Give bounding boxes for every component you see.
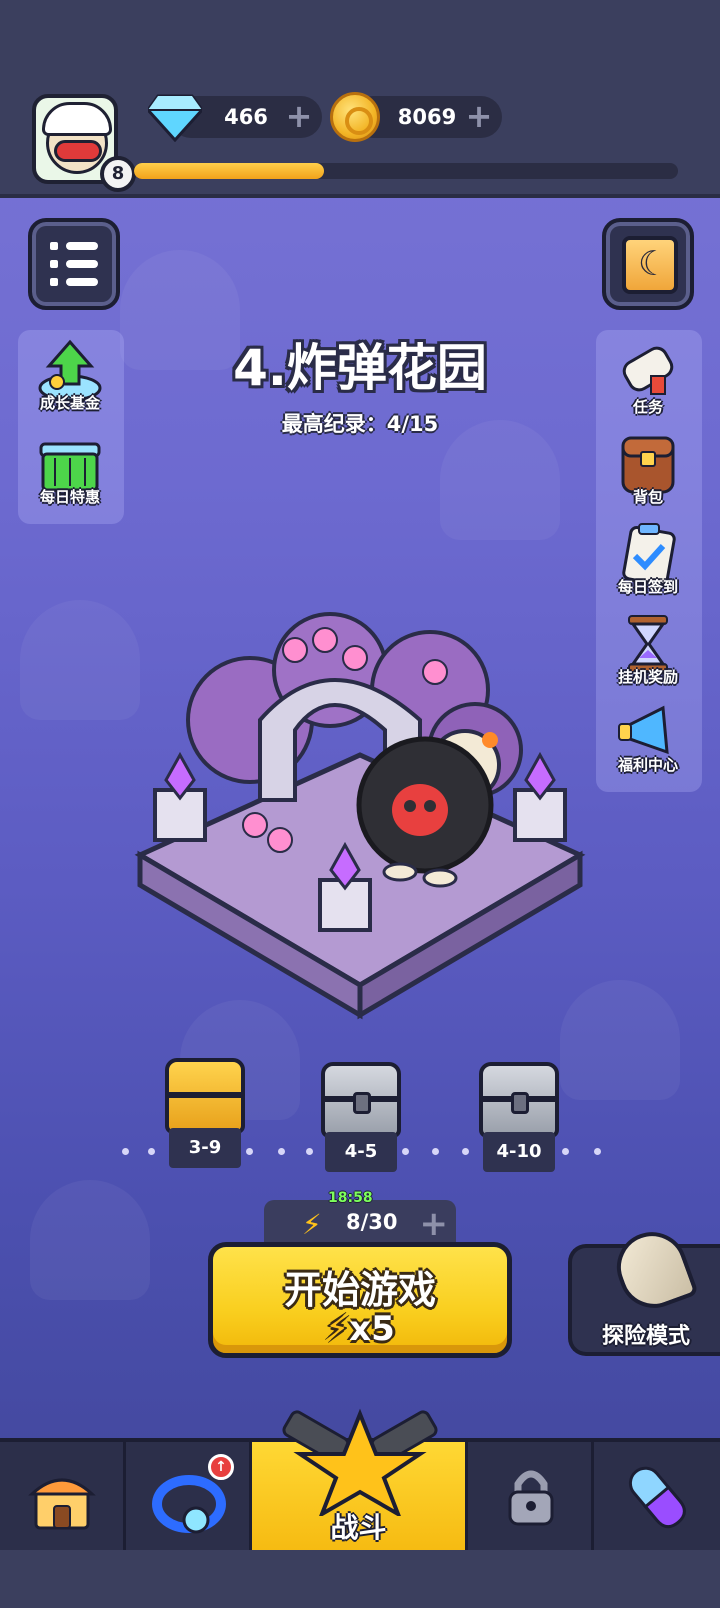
avatar-hat: [42, 102, 112, 136]
idle-reward-button[interactable]: 挂机奖励: [598, 612, 698, 687]
adventure-mode-button[interactable]: 探险模式: [568, 1222, 720, 1356]
player-level-badge: 8: [100, 156, 136, 192]
daily-deal-button[interactable]: 每日特惠: [20, 432, 120, 507]
path-dot: [462, 1148, 469, 1155]
welfare-center-label: 福利中心: [617, 756, 678, 774]
star-cannon-icon: [282, 1408, 438, 1516]
energy-refill-timer: 18:58: [328, 1190, 373, 1206]
moon-book-icon: [622, 236, 678, 294]
ghost-pattern-icon: [440, 420, 560, 540]
tab-battle[interactable]: 战斗: [252, 1408, 468, 1550]
daily-deal-label: 每日特惠: [39, 488, 100, 506]
adventure-mode-label: 探险模式: [601, 1324, 690, 1349]
path-dot: [594, 1148, 601, 1155]
path-dot: [306, 1148, 313, 1155]
tab-equipment[interactable]: ↑: [126, 1442, 252, 1550]
stage-title: 4.炸弹花园: [233, 339, 487, 397]
list-menu-icon: [50, 242, 98, 286]
top-status-bar: 8 466 + 8069 +: [0, 0, 720, 198]
ghost-pattern-icon: [30, 1180, 150, 1300]
locked-chest-icon: [321, 1062, 401, 1138]
backpack-label: 背包: [632, 488, 663, 506]
idle-reward-label: 挂机奖励: [617, 668, 678, 686]
bottom-navigation: ↑ 战斗: [0, 1408, 720, 1550]
lightning-icon: ⚡: [302, 1208, 322, 1241]
chest-stage-label: 4-10: [483, 1132, 555, 1172]
path-dot: [278, 1148, 285, 1155]
path-dot: [122, 1148, 129, 1155]
daily-checkin-button[interactable]: 每日签到: [598, 522, 698, 597]
xp-progress-bar: [134, 163, 678, 179]
energy-count: 8/30: [346, 1210, 398, 1234]
tab-shop[interactable]: [0, 1442, 126, 1550]
avatar-mask: [54, 140, 102, 162]
xp-progress-fill: [134, 163, 325, 179]
backpack-button[interactable]: 背包: [598, 432, 698, 507]
start-game-label: 开始游戏: [283, 1268, 436, 1312]
tab-capsule[interactable]: [594, 1442, 720, 1550]
tab-locked[interactable]: [468, 1442, 594, 1550]
padlock-icon: [511, 1092, 529, 1114]
padlock-icon: [508, 1470, 554, 1526]
horn-icon: [607, 1222, 699, 1318]
stage-diorama[interactable]: [130, 610, 590, 1020]
reward-chest-3-9[interactable]: 3-9: [160, 1058, 250, 1168]
start-game-cost-value: x5: [349, 1309, 395, 1349]
lightning-icon: ⚡: [325, 1309, 350, 1349]
add-gems-button[interactable]: +: [282, 100, 316, 134]
path-dot: [148, 1148, 155, 1155]
gold-coin-icon: [330, 92, 380, 142]
daily-checkin-label: 每日签到: [617, 578, 678, 596]
shop-icon: [28, 1478, 96, 1530]
padlock-icon: [353, 1092, 371, 1114]
ghost-pattern-icon: [20, 600, 140, 720]
gold-chest-icon: [165, 1058, 245, 1134]
locked-chest-icon: [479, 1062, 559, 1138]
add-coins-button[interactable]: +: [462, 100, 496, 134]
energy-counter: 18:58 ⚡ 8/30 +: [264, 1190, 456, 1248]
chest-stage-label: 4-5: [325, 1132, 397, 1172]
welfare-center-button[interactable]: 福利中心: [598, 700, 698, 775]
upgrade-alert-icon: ↑: [208, 1454, 234, 1480]
chest-stage-label: 3-9: [169, 1128, 241, 1168]
game-screen: 8 466 + 8069 + ☾ 成长基金 每日特惠 任务 背包 每日签到 挂机…: [0, 0, 720, 1608]
codex-button[interactable]: [602, 218, 694, 310]
tab-battle-label: 战斗: [330, 1511, 387, 1544]
diamond-icon: [148, 94, 202, 142]
reward-chest-4-5[interactable]: 4-5: [316, 1062, 406, 1172]
best-record: 最高纪录：4/15: [281, 412, 439, 436]
system-nav-bar: [0, 1550, 720, 1608]
path-dot: [432, 1148, 439, 1155]
reward-chest-4-10[interactable]: 4-10: [474, 1062, 564, 1172]
menu-button[interactable]: [28, 218, 120, 310]
add-energy-button[interactable]: +: [420, 1204, 449, 1244]
start-game-cost: ⚡x5: [213, 1309, 507, 1349]
capsule-icon: [628, 1466, 686, 1529]
start-game-button[interactable]: 开始游戏 ⚡x5: [208, 1242, 512, 1358]
